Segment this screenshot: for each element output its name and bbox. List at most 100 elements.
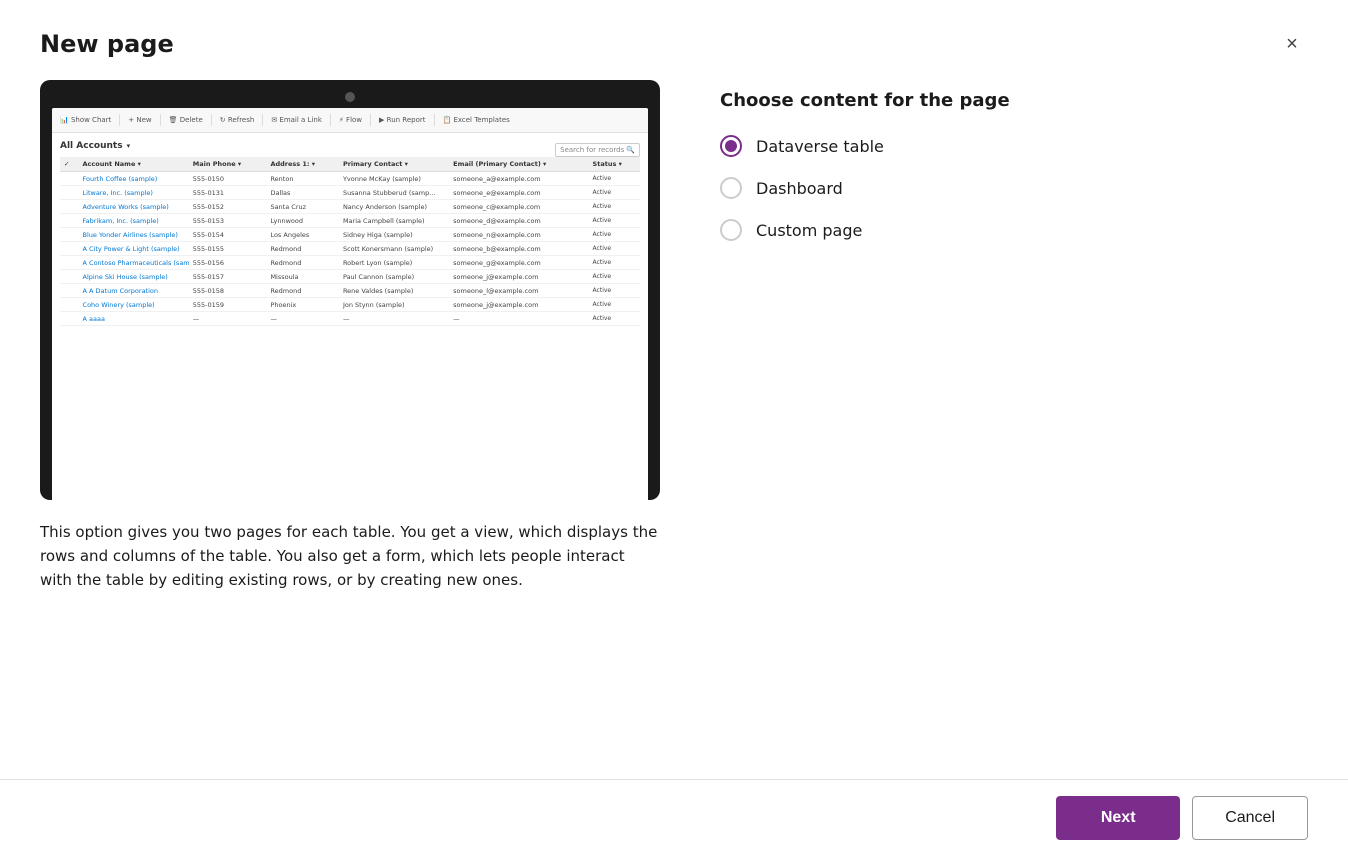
table-row: Adventure Works (sample)555-0152Santa Cr… [60,200,640,214]
radio-circle-dashboard [720,177,742,199]
close-button[interactable]: × [1276,28,1308,60]
col-address: Address 1: ▾ [266,157,338,172]
table-cell: someone_c@example.com [449,200,588,214]
col-email: Email (Primary Contact) ▾ [449,157,588,172]
table-cell: 555-0131 [189,186,267,200]
toolbar-sep-6 [370,114,371,126]
table-cell: Paul Cannon (sample) [339,270,449,284]
table-cell: A A Datum Corporation [79,284,189,298]
chevron-icon: ▾ [127,142,131,150]
right-panel: Choose content for the page Dataverse ta… [720,80,1308,779]
table-cell: — [449,312,588,326]
table-cell: someone_j@example.com [449,298,588,312]
table-cell: Redmond [266,284,338,298]
table-cell: Active [589,242,640,256]
toolbar-refresh: ↻ Refresh [220,116,255,124]
table-cell: someone_n@example.com [449,228,588,242]
table-cell: Redmond [266,256,338,270]
preview-container: 📊 Show Chart + New 🗑 Delete ↻ Refresh ✉ … [40,80,660,500]
table-cell: Active [589,186,640,200]
table-row: Alpine Ski House (sample)555-0157Missoul… [60,270,640,284]
toolbar-run-report: ▶ Run Report [379,116,425,124]
table-row: Coho Winery (sample)555-0159PhoenixJon S… [60,298,640,312]
table-cell: Jon Stynn (sample) [339,298,449,312]
table-cell: Scott Konersmann (sample) [339,242,449,256]
toolbar-new: + New [128,116,151,124]
content-type-radio-group: Dataverse table Dashboard Custom page [720,135,1308,241]
description-text: This option gives you two pages for each… [40,520,660,592]
table-row: A City Power & Light (sample)555-0155Red… [60,242,640,256]
table-cell: Yvonne McKay (sample) [339,172,449,186]
table-cell: someone_a@example.com [449,172,588,186]
table-cell: 555-0155 [189,242,267,256]
row-check [60,242,79,256]
radio-label-dashboard: Dashboard [756,179,843,198]
row-check [60,270,79,284]
toolbar-sep-3 [211,114,212,126]
row-check [60,256,79,270]
table-cell: someone_e@example.com [449,186,588,200]
table-cell: Active [589,200,640,214]
table-cell: 555-0157 [189,270,267,284]
table-cell: Active [589,298,640,312]
table-cell: 555-0156 [189,256,267,270]
table-cell: Fabrikam, Inc. (sample) [79,214,189,228]
radio-dataverse[interactable]: Dataverse table [720,135,1308,157]
dialog-title: New page [40,30,174,58]
table-cell: someone_d@example.com [449,214,588,228]
row-check [60,214,79,228]
table-cell: Rene Valdes (sample) [339,284,449,298]
dialog-footer: Next Cancel [0,779,1348,856]
row-check [60,186,79,200]
col-phone: Main Phone ▾ [189,157,267,172]
table-cell: 555-0154 [189,228,267,242]
table-cell: Active [589,270,640,284]
table-header-row: ✓ Account Name ▾ Main Phone ▾ Address 1:… [60,157,640,172]
cancel-button[interactable]: Cancel [1192,796,1308,840]
table-cell: Maria Campbell (sample) [339,214,449,228]
radio-custom[interactable]: Custom page [720,219,1308,241]
search-icon: 🔍 [626,146,635,154]
camera-dot [345,92,355,102]
table-cell: Alpine Ski House (sample) [79,270,189,284]
table-cell: 555-0152 [189,200,267,214]
table-cell: 555-0159 [189,298,267,312]
table-cell: Active [589,214,640,228]
accounts-label: All Accounts [60,141,123,151]
toolbar-email: ✉ Email a Link [271,116,322,124]
toolbar-excel: 📋 Excel Templates [443,116,510,124]
table-cell: Active [589,312,640,326]
table-row: A A Datum Corporation555-0158RedmondRene… [60,284,640,298]
col-contact: Primary Contact ▾ [339,157,449,172]
table-cell: 555-0150 [189,172,267,186]
table-cell: Dallas [266,186,338,200]
table-cell: Active [589,284,640,298]
table-cell: Adventure Works (sample) [79,200,189,214]
search-bar: Search for records 🔍 [555,143,640,157]
table-cell: Litware, Inc. (sample) [79,186,189,200]
table-cell: Robert Lyon (sample) [339,256,449,270]
table-cell: Lynnwood [266,214,338,228]
table-cell: someone_b@example.com [449,242,588,256]
radio-dashboard[interactable]: Dashboard [720,177,1308,199]
row-check [60,172,79,186]
dialog-header: New page × [0,0,1348,80]
search-text: Search for records [560,146,624,154]
next-button[interactable]: Next [1056,796,1180,840]
table-cell: Coho Winery (sample) [79,298,189,312]
table-row: Fourth Coffee (sample)555-0150RentonYvon… [60,172,640,186]
radio-label-custom: Custom page [756,221,862,240]
toolbar-sep-5 [330,114,331,126]
table-cell: 555-0158 [189,284,267,298]
col-account-name: Account Name ▾ [79,157,189,172]
toolbar-sep-2 [160,114,161,126]
table-row: Litware, Inc. (sample)555-0131DallasSusa… [60,186,640,200]
row-check [60,228,79,242]
preview-toolbar: 📊 Show Chart + New 🗑 Delete ↻ Refresh ✉ … [52,108,648,133]
accounts-header: All Accounts ▾ [60,141,640,151]
table-cell: — [339,312,449,326]
toolbar-sep-7 [434,114,435,126]
toolbar-show-chart: 📊 Show Chart [60,116,111,124]
accounts-table: ✓ Account Name ▾ Main Phone ▾ Address 1:… [60,157,640,326]
radio-circle-dataverse [720,135,742,157]
